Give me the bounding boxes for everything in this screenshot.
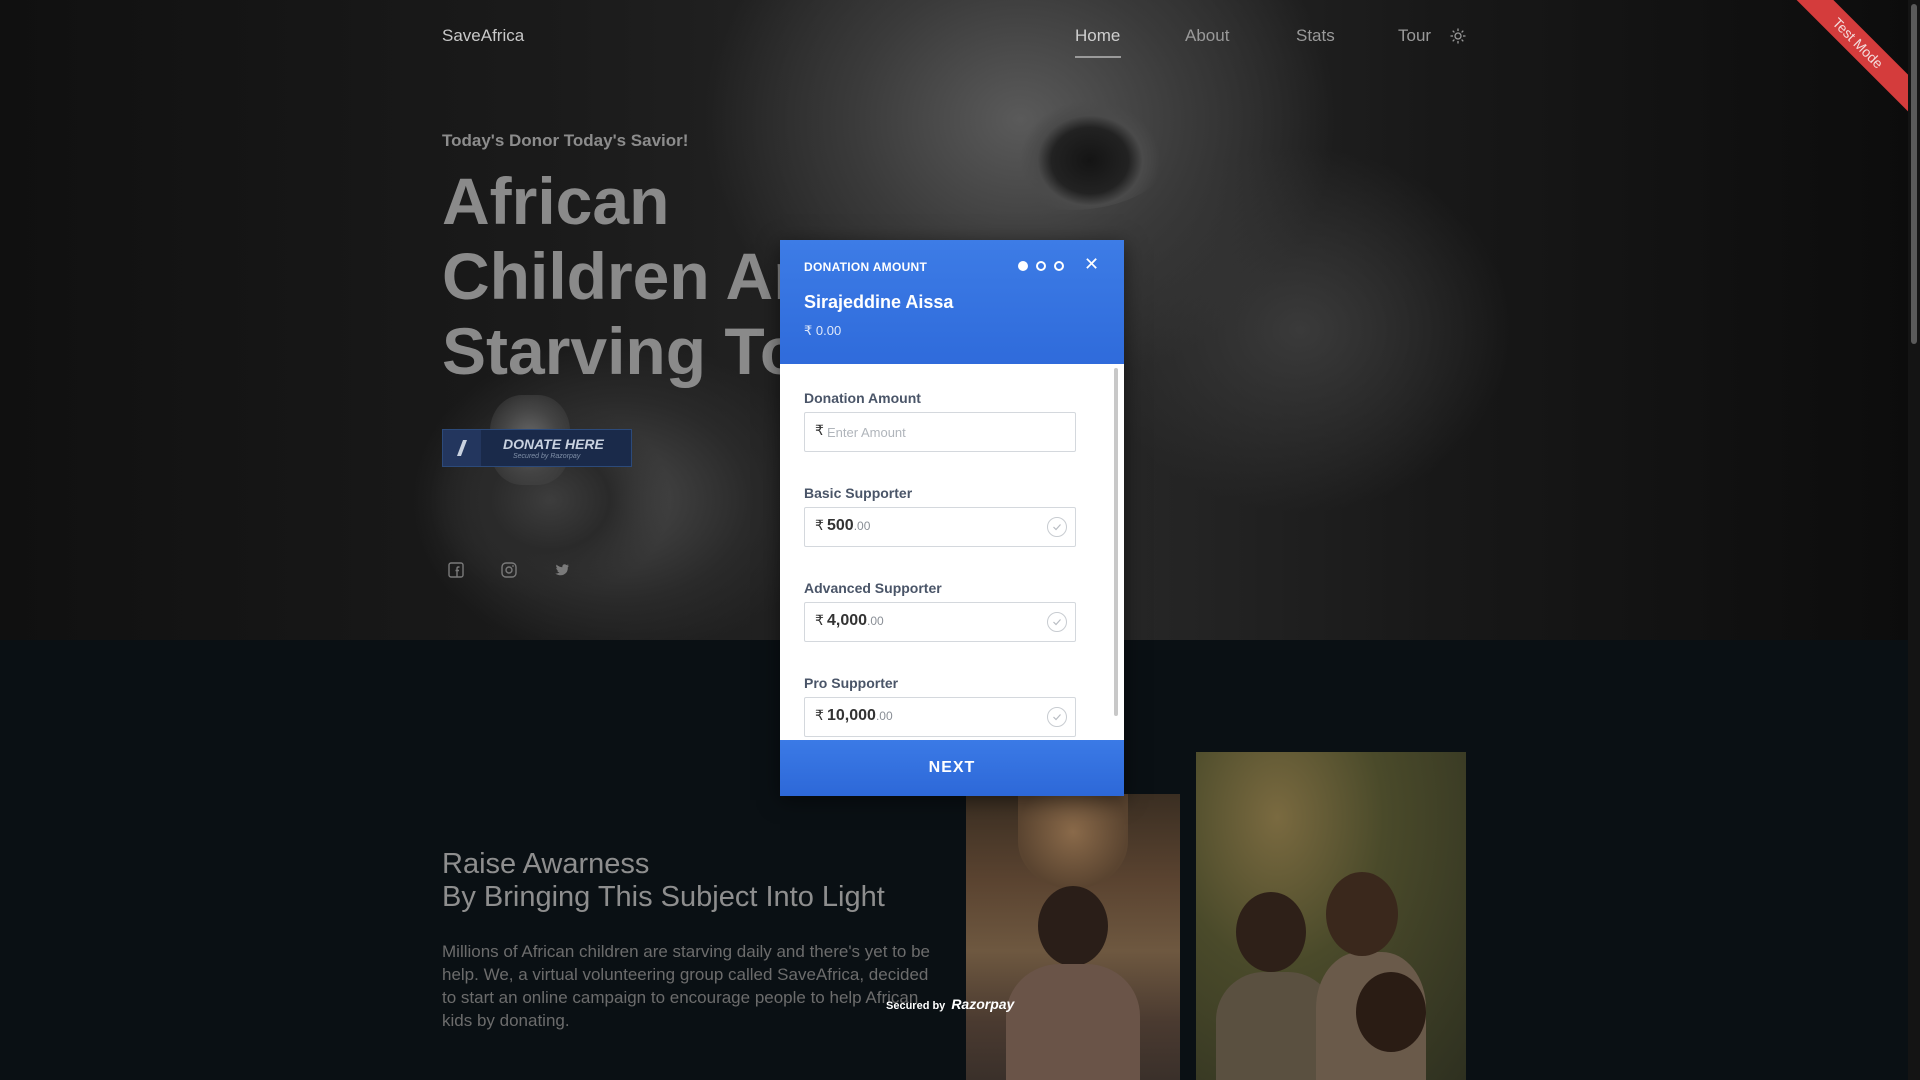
pro-supporter-amount: 10,000.00	[827, 707, 893, 725]
facebook-icon[interactable]	[448, 562, 464, 578]
check-circle-icon	[1047, 707, 1067, 727]
secured-prefix: Secured by	[886, 1000, 946, 1012]
photo-kid-2	[1326, 872, 1398, 956]
next-button[interactable]: NEXT	[780, 740, 1124, 796]
donate-here-button[interactable]: DONATE HERE Secured by Razorpay	[442, 429, 632, 467]
twitter-icon[interactable]	[554, 562, 570, 578]
awareness-title-line2: By Bringing This Subject Into Light	[442, 881, 885, 913]
nav-home[interactable]: Home	[1075, 26, 1120, 46]
modal-caption: DONATION AMOUNT	[804, 260, 928, 274]
photo-pot	[1018, 794, 1128, 889]
donation-modal: DONATION AMOUNT ✕ Sirajeddine Aissa ₹ 0.…	[780, 240, 1124, 796]
donate-here-sub: Secured by Razorpay	[513, 453, 581, 460]
rupee-icon: ₹	[815, 423, 824, 439]
nav-about[interactable]: About	[1185, 26, 1229, 46]
donation-amount-input[interactable]	[827, 421, 1057, 443]
donation-amount-label: Donation Amount	[804, 390, 921, 406]
instagram-icon[interactable]	[501, 562, 517, 578]
basic-supporter-option[interactable]: ₹ 500.00	[804, 507, 1076, 547]
pro-supporter-label: Pro Supporter	[804, 675, 899, 691]
nav-stats[interactable]: Stats	[1296, 26, 1335, 46]
rupee-icon: ₹	[815, 613, 824, 629]
pro-supporter-option[interactable]: ₹ 10,000.00	[804, 697, 1076, 737]
check-circle-icon	[1047, 517, 1067, 537]
modal-body: Donation Amount ₹ Basic Supporter ₹ 500.…	[780, 364, 1124, 740]
next-button-label: NEXT	[928, 759, 976, 776]
donation-amount-field[interactable]: ₹	[804, 412, 1076, 452]
advanced-supporter-label: Advanced Supporter	[804, 580, 942, 596]
advanced-supporter-option[interactable]: ₹ 4,000.00	[804, 602, 1076, 642]
rupee-icon: ₹	[815, 708, 824, 724]
amount-decimals: .00	[867, 614, 884, 628]
razorpay-brand: Razorpay	[951, 996, 1015, 1012]
advanced-supporter-amount: 4,000.00	[827, 612, 884, 630]
step-dot-2	[1036, 261, 1046, 271]
awareness-title-line1: Raise Awarness	[442, 848, 650, 880]
modal-amount: ₹ 0.00	[804, 323, 842, 338]
amount-value: 4,000	[827, 612, 868, 629]
basic-supporter-amount: 500.00	[827, 517, 870, 535]
modal-scrollbar[interactable]	[1114, 368, 1118, 716]
secured-by-razorpay: Secured by Razorpay	[886, 996, 1014, 1012]
nav-tour[interactable]: Tour	[1398, 26, 1431, 46]
sun-icon[interactable]	[1450, 28, 1466, 44]
photo-dress	[1006, 964, 1140, 1080]
awareness-text: Millions of African children are starvin…	[442, 942, 930, 1030]
basic-supporter-label: Basic Supporter	[804, 485, 913, 501]
page-scrollbar-thumb[interactable]	[1911, 4, 1917, 344]
razorpay-logo-icon	[443, 430, 481, 466]
girl-carrying-pot-photo	[966, 794, 1180, 1080]
photo-kid-3	[1356, 972, 1426, 1052]
modal-header: DONATION AMOUNT ✕ Sirajeddine Aissa ₹ 0.…	[780, 240, 1124, 364]
step-dot-3	[1054, 261, 1064, 271]
amount-decimals: .00	[853, 519, 871, 533]
amount-decimals: .00	[875, 709, 893, 723]
close-icon[interactable]: ✕	[1084, 255, 1099, 275]
awareness-title: Raise Awarness By Bringing This Subject …	[442, 848, 885, 914]
smiling-children-photo	[1196, 752, 1466, 1080]
hero-tagline: Today's Donor Today's Savior!	[442, 131, 689, 150]
donate-here-label: DONATE HERE	[503, 436, 604, 452]
payee-name: Sirajeddine Aissa	[804, 292, 954, 312]
amount-value: 500	[827, 517, 854, 534]
amount-value: 10,000	[827, 707, 876, 724]
rupee-icon: ₹	[815, 518, 824, 534]
check-circle-icon	[1047, 612, 1067, 632]
photo-kid-1	[1236, 892, 1306, 972]
nav-active-underline	[1075, 56, 1121, 58]
brand-logo[interactable]: SaveAfrica	[442, 26, 524, 46]
photo-head	[1038, 886, 1108, 966]
step-dot-1	[1018, 261, 1028, 271]
